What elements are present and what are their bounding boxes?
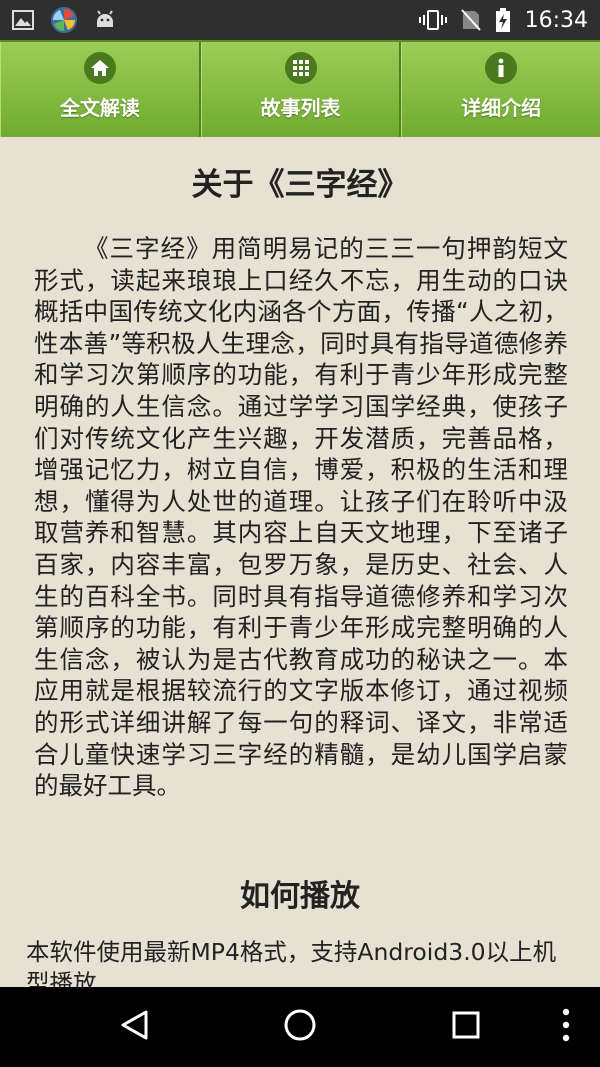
app-pinwheel-icon <box>50 6 78 34</box>
recents-icon <box>451 1010 481 1044</box>
back-button[interactable] <box>94 987 174 1067</box>
home-button[interactable] <box>260 987 340 1067</box>
overflow-menu-icon <box>561 1008 571 1046</box>
tab-bar: 全文解读 故事列表 详细介绍 <box>0 40 600 137</box>
tab-label: 故事列表 <box>260 96 341 120</box>
tab-label: 全文解读 <box>59 96 140 120</box>
no-sim-icon <box>460 9 481 31</box>
navigation-bar <box>0 987 600 1067</box>
tab-details[interactable]: 详细介绍 <box>401 42 600 137</box>
overflow-menu-button[interactable] <box>526 987 600 1067</box>
info-icon <box>485 52 518 84</box>
grid-icon <box>284 52 317 84</box>
tab-label: 详细介绍 <box>461 96 542 120</box>
gallery-icon <box>12 10 34 30</box>
battery-charging-icon <box>495 8 511 32</box>
content-area[interactable]: 关于《三字经》 《三字经》用简明易记的三三一句押韵短文形式，读起来琅琅上口经久不… <box>0 137 600 987</box>
android-icon <box>94 9 116 31</box>
tab-full-text[interactable]: 全文解读 <box>0 42 201 137</box>
vibrate-icon <box>418 9 447 31</box>
section-title: 关于《三字经》 <box>191 167 409 203</box>
playback-paragraph: 本软件使用最新MP4格式，支持Android3.0以上机型播放 <box>26 938 557 987</box>
back-icon <box>119 1009 149 1045</box>
recents-button[interactable] <box>426 987 506 1067</box>
section-title: 如何播放 <box>240 879 360 914</box>
status-time: 16:34 <box>524 7 588 33</box>
tab-story-list[interactable]: 故事列表 <box>200 42 402 137</box>
intro-paragraph: 《三字经》用简明易记的三三一句押韵短文形式，读起来琅琅上口经久不忘，用生动的口诀… <box>34 234 568 801</box>
status-bar: 16:34 <box>0 0 600 40</box>
home-circle-icon <box>283 1008 317 1046</box>
home-icon <box>83 52 116 84</box>
